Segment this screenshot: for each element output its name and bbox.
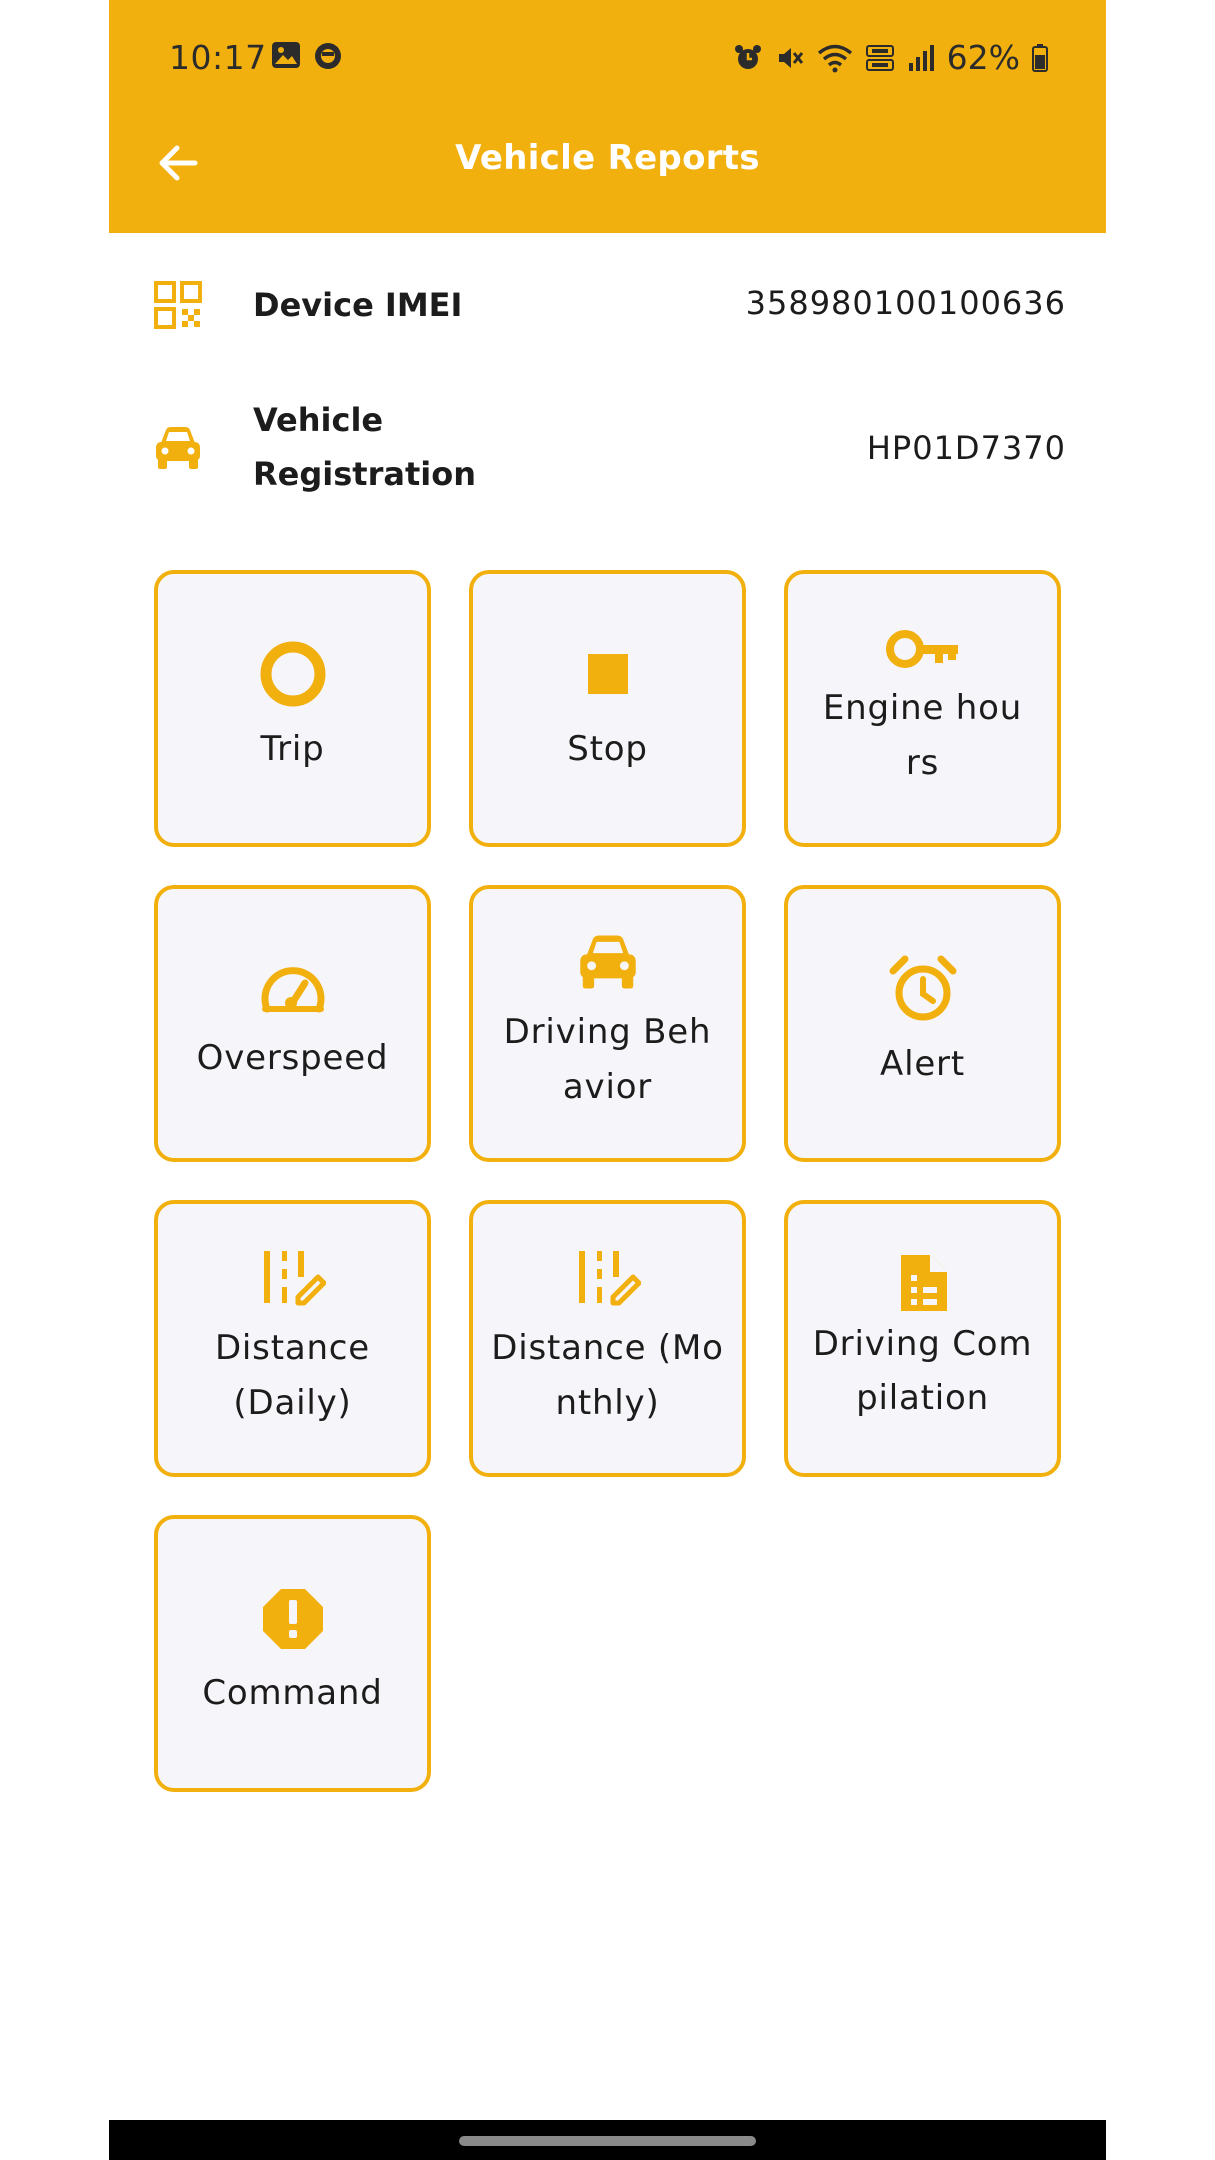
registration-label-line1: Vehicle [253, 401, 384, 439]
speedometer-icon [261, 967, 324, 1013]
engine-hours-report-tile[interactable]: Engine hours [784, 570, 1061, 847]
tile-label: Alert [880, 1044, 965, 1084]
tile-label: Trip [260, 729, 325, 769]
mute-icon [778, 47, 803, 68]
ring-icon [260, 641, 325, 707]
system-nav-bar [109, 2120, 1106, 2160]
trip-report-tile[interactable]: Trip [154, 570, 431, 847]
stop-square-icon [587, 654, 628, 694]
battery-icon [1032, 43, 1048, 72]
alarm-icon [734, 44, 761, 69]
distance-daily-report-tile[interactable]: Distance (Daily) [154, 1200, 431, 1477]
driving-compilation-report-tile[interactable]: Driving Compilation [784, 1200, 1061, 1477]
distance-monthly-report-tile[interactable]: Distance (Monthly) [469, 1200, 746, 1477]
tile-label: Command [202, 1673, 383, 1713]
road-edit-icon [578, 1250, 641, 1305]
home-gesture-handle[interactable] [459, 2136, 756, 2146]
tile-label: Distance (Daily) [214, 1327, 371, 1423]
alert-report-tile[interactable]: Alert [784, 885, 1061, 1162]
device-imei-row: Device IMEI 358980100100636 [109, 270, 1106, 340]
warning-octagon-icon [262, 1589, 323, 1649]
app-notification-icon [315, 43, 341, 69]
volte-icon [865, 44, 894, 71]
wifi-icon [817, 44, 852, 72]
tile-label: Stop [567, 729, 648, 769]
page-title: Vehicle Reports [455, 138, 760, 178]
stop-report-tile[interactable]: Stop [469, 570, 746, 847]
command-report-tile[interactable]: Command [154, 1515, 431, 1792]
tile-label: Driving Behavior [503, 1011, 712, 1107]
tile-label: Distance (Monthly) [491, 1327, 724, 1423]
gallery-icon [272, 42, 300, 68]
signal-icon [908, 44, 934, 71]
tile-label: Engine hours [822, 687, 1023, 783]
overspeed-report-tile[interactable]: Overspeed [154, 885, 431, 1162]
driving-behavior-report-tile[interactable]: Driving Behavior [469, 885, 746, 1162]
imei-label: Device IMEI [253, 286, 463, 324]
document-icon [900, 1254, 947, 1311]
road-edit-icon [263, 1250, 326, 1305]
car-icon [156, 427, 200, 469]
vehicle-registration-row: Vehicle Registration HP01D7370 [109, 393, 1106, 503]
header: 10:17 62% Vehicle Reports [109, 0, 1106, 233]
status-time: 10:17 [169, 38, 267, 77]
alarm-clock-icon [889, 955, 956, 1021]
status-left-icons [271, 41, 343, 71]
qr-code-icon [154, 281, 202, 329]
car-icon [579, 935, 636, 988]
registration-value: HP01D7370 [866, 429, 1066, 467]
tile-label: Driving Compilation [812, 1323, 1033, 1418]
phone-screen: 10:17 62% Vehicle Reports Device IMEI 35… [109, 0, 1106, 2160]
key-icon [885, 629, 958, 668]
battery-percentage: 62% [946, 38, 1020, 77]
imei-value: 358980100100636 [745, 284, 1066, 322]
status-right-icons: 62% [733, 38, 1048, 77]
tile-label: Overspeed [196, 1038, 389, 1078]
registration-label-line2: Registration [253, 455, 476, 493]
status-bar: 10:17 62% [109, 0, 1106, 115]
